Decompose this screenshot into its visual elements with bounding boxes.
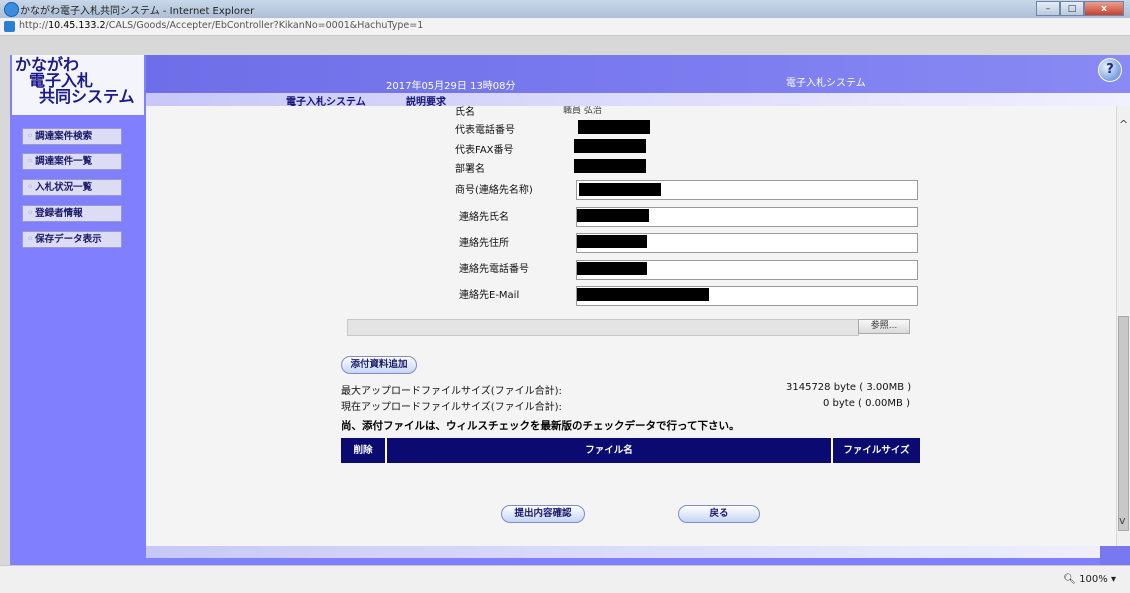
file-path-input[interactable] — [347, 319, 859, 336]
sidebar-item-registrant[interactable]: ◦ 登録者情報 — [22, 205, 122, 222]
company-field[interactable] — [576, 180, 918, 200]
sidebar-item-bid-status[interactable]: ◦ 入札状況一覧 — [22, 179, 122, 196]
attachment-table-header: 削除 ファイル名 ファイルサイズ — [341, 438, 920, 463]
sidebar-item-label: 調達案件一覧 — [35, 156, 93, 167]
dept-label: 部署名 — [455, 164, 485, 175]
page-header: 2017年05月29日 13時08分 電子入札システム ? — [146, 55, 1130, 93]
minimize-button[interactable]: – — [1036, 1, 1060, 16]
header-system-name: 電子入札システム — [786, 78, 866, 89]
virus-check-note: 尚、添付ファイルは、ウィルスチェックを最新版のチェックデータで行って下さい。 — [341, 420, 740, 432]
url-text[interactable]: http://10.45.133.2/CALS/Goods/Accepter/E… — [19, 20, 423, 31]
partial-top-value: 職員 弘治 — [563, 106, 602, 116]
add-attachment-button[interactable]: 添付資料追加 — [341, 356, 417, 374]
menu-bar: 電子入札システム 説明要求 — [146, 93, 1130, 108]
contact-address-label: 連絡先住所 — [459, 238, 509, 249]
page-icon — [4, 21, 15, 32]
max-size-value: 3145728 byte ( 3.00MB ) — [786, 382, 912, 393]
zoom-icon: 🔍︎ — [1063, 574, 1076, 585]
current-size-value: 0 byte ( 0.00MB ) — [823, 398, 910, 409]
system-logo: かながわ 電子入札 共同システム — [12, 55, 144, 115]
zoom-level: 100% — [1079, 574, 1108, 585]
url-path: /CALS/Goods/Accepter/EbController?KikanN… — [105, 20, 424, 31]
close-button[interactable]: x — [1084, 1, 1124, 16]
browser-status-bar: 🔍︎ 100% ▾ — [0, 565, 1130, 593]
maximize-button[interactable]: □ — [1060, 1, 1084, 16]
column-delete: 削除 — [341, 438, 387, 463]
redacted-dept — [574, 159, 646, 173]
bullet-icon: ◦ — [27, 156, 34, 167]
redacted-contact-phone — [577, 262, 647, 275]
confirm-submission-button[interactable]: 提出内容確認 — [501, 505, 585, 523]
redacted-contact-address — [577, 235, 647, 248]
bullet-icon: ◦ — [27, 234, 34, 245]
sidebar-item-saved-data[interactable]: ◦ 保存データ表示 — [22, 231, 122, 248]
browse-button[interactable]: 参照... — [858, 319, 910, 334]
bullet-icon: ◦ — [27, 182, 34, 193]
contact-phone-label: 連絡先電話番号 — [459, 264, 529, 275]
scroll-down-icon[interactable]: v — [1119, 514, 1126, 527]
sidebar-item-label: 登録者情報 — [35, 208, 83, 219]
url-host: 10.45.133.2 — [48, 20, 106, 31]
bullet-icon: ◦ — [27, 131, 34, 142]
window-title: かながわ電子入札共同システム - Internet Explorer — [20, 6, 255, 17]
page-footer-bar — [146, 546, 1130, 558]
redacted-rep-phone — [578, 120, 650, 134]
redacted-rep-fax — [574, 139, 646, 153]
chevron-down-icon: ▾ — [1110, 574, 1116, 585]
sidebar-item-label: 入札状況一覧 — [35, 182, 93, 193]
scroll-up-icon[interactable]: ^ — [1119, 118, 1128, 131]
page-footer-corner — [1100, 546, 1130, 565]
contact-email-label: 連絡先E-Mail — [459, 290, 520, 301]
contact-name-field[interactable] — [576, 207, 918, 227]
scroll-thumb[interactable] — [1118, 316, 1129, 531]
max-size-label: 最大アップロードファイルサイズ(ファイル合計): — [341, 386, 562, 397]
back-button[interactable]: 戻る — [678, 505, 760, 523]
contact-phone-field[interactable] — [576, 260, 918, 280]
current-size-label: 現在アップロードファイルサイズ(ファイル合計): — [341, 402, 562, 413]
contact-email-field[interactable] — [576, 286, 918, 306]
redacted-contact-name — [577, 209, 649, 222]
window-controls: – □ x — [1036, 1, 1124, 16]
sidebar-item-label: 保存データ表示 — [35, 234, 102, 245]
header-datetime: 2017年05月29日 13時08分 — [386, 81, 516, 92]
sidebar-item-label: 調達案件検索 — [35, 131, 93, 142]
column-filename: ファイル名 — [387, 438, 833, 463]
rep-fax-label: 代表FAX番号 — [455, 145, 514, 156]
url-prefix: http:// — [19, 20, 49, 31]
main-content: 氏名 職員 弘治 代表電話番号 代表FAX番号 部署名 商号(連絡先名称) 連絡… — [146, 106, 1118, 546]
partial-top-label: 氏名 — [455, 107, 475, 118]
zoom-control[interactable]: 🔍︎ 100% ▾ — [1063, 574, 1116, 585]
contact-name-label: 連絡先氏名 — [459, 212, 509, 223]
sidebar-item-list[interactable]: ◦ 調達案件一覧 — [22, 153, 122, 170]
redacted-contact-email — [577, 288, 709, 301]
logo-line3: 共同システム — [39, 87, 135, 106]
ie-icon — [4, 2, 19, 17]
bullet-icon: ◦ — [27, 208, 34, 219]
help-icon[interactable]: ? — [1098, 58, 1122, 82]
sidebar-item-search[interactable]: ◦ 調達案件検索 — [22, 128, 122, 145]
content-scrollbar[interactable]: ^ v — [1116, 106, 1130, 546]
contact-address-field[interactable] — [576, 233, 918, 253]
redacted-company — [579, 183, 661, 196]
address-bar[interactable]: http://10.45.133.2/CALS/Goods/Accepter/E… — [0, 18, 1130, 36]
rep-phone-label: 代表電話番号 — [455, 125, 515, 136]
column-filesize: ファイルサイズ — [843, 445, 910, 456]
company-label: 商号(連絡先名称) — [455, 185, 533, 196]
window-titlebar: かながわ電子入札共同システム - Internet Explorer – □ x — [0, 0, 1130, 18]
